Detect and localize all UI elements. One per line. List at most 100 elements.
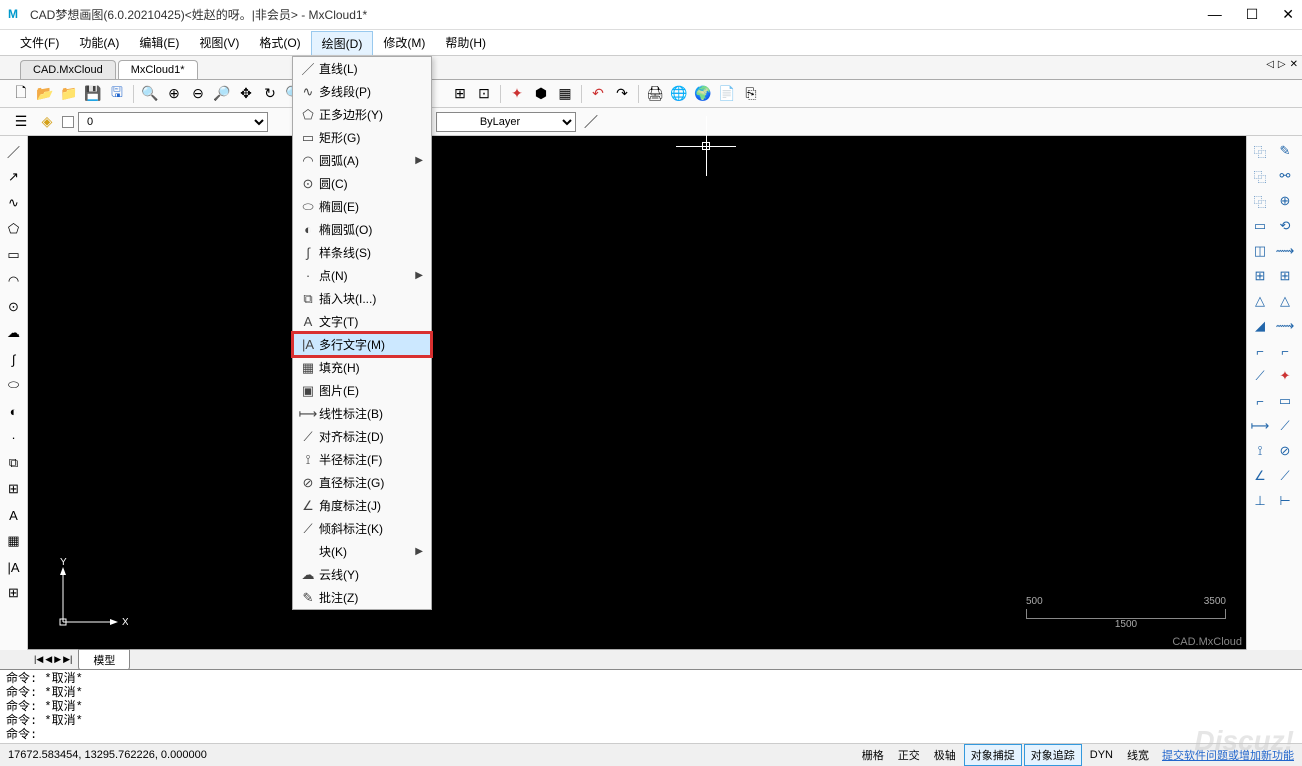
fillet-icon[interactable]: △ [1274, 290, 1296, 312]
block-tool-icon[interactable]: ⧉ [3, 452, 25, 474]
spline-tool-icon[interactable]: ∫ [3, 348, 25, 370]
copy-icon[interactable]: ⿻ [1249, 140, 1271, 162]
pdf-icon[interactable]: 📄 [716, 83, 738, 105]
offset-icon[interactable]: ⊕ [1274, 190, 1296, 212]
layer-select[interactable]: 0 [78, 112, 268, 132]
menu-item-22[interactable]: ☁云线(Y) [293, 563, 431, 586]
layout-prev-icon[interactable]: ◀ [45, 654, 52, 665]
polygon-tool-icon[interactable]: ⬠ [3, 218, 25, 240]
hatch-tool-icon[interactable]: ▦ [3, 530, 25, 552]
zoom-out-icon[interactable]: ⊖ [187, 83, 209, 105]
redo-icon[interactable]: ↷ [611, 83, 633, 105]
array-icon[interactable]: ⊞ [1249, 265, 1271, 287]
new-icon[interactable]: 🗋 [10, 83, 32, 105]
mtext-tool-icon[interactable]: |A [3, 556, 25, 578]
tool4-icon[interactable]: ▭ [1274, 390, 1296, 412]
insert-tool-icon[interactable]: ⊞ [3, 478, 25, 500]
globe-icon[interactable]: 🌍 [692, 83, 714, 105]
menu-item-6[interactable]: ⬭椭圆(E) [293, 195, 431, 218]
explode-icon[interactable]: ⟿ [1274, 315, 1296, 337]
trim-icon[interactable]: ◫ [1249, 240, 1271, 262]
tool3-icon[interactable]: ⌐ [1249, 390, 1271, 412]
menu-item-2[interactable]: ⬠正多边形(Y) [293, 103, 431, 126]
tool-b-icon[interactable]: ⊡ [473, 83, 495, 105]
print-icon[interactable]: 🖨 [644, 83, 666, 105]
menu-item-19[interactable]: ∠角度标注(J) [293, 494, 431, 517]
menu-view[interactable]: 视图(V) [189, 31, 249, 54]
model-tab[interactable]: 模型 [78, 649, 130, 671]
rectangle-tool-icon[interactable]: ▭ [3, 244, 25, 266]
arc-tool-icon[interactable]: ◠ [3, 270, 25, 292]
menu-item-21[interactable]: 块(K)▶ [293, 540, 431, 563]
tab-cad-mxcloud[interactable]: CAD.MxCloud [20, 60, 116, 79]
menu-item-9[interactable]: ·点(N)▶ [293, 264, 431, 287]
status-otrack[interactable]: 对象追踪 [1024, 744, 1082, 766]
layout-next-icon[interactable]: ▶ [54, 654, 61, 665]
menu-item-8[interactable]: ∫样条线(S) [293, 241, 431, 264]
export-icon[interactable]: ⎘ [740, 83, 762, 105]
menu-item-7[interactable]: ◐椭圆弧(O) [293, 218, 431, 241]
drawing-canvas[interactable]: Y X 5003500 1500 [28, 136, 1246, 650]
tool1-icon[interactable]: ⟋ [1249, 365, 1271, 387]
dim-x-icon[interactable]: ⊥ [1249, 490, 1271, 512]
zoom-window-icon[interactable]: 🔍 [139, 83, 161, 105]
text-tool-icon[interactable]: A [3, 504, 25, 526]
dim-lin-icon[interactable]: ⟼ [1249, 415, 1271, 437]
menu-help[interactable]: 帮助(H) [435, 31, 496, 54]
menu-draw[interactable]: 绘图(D) [311, 31, 374, 55]
extend-icon[interactable]: ⟿ [1274, 240, 1296, 262]
open2-icon[interactable]: 📁 [58, 83, 80, 105]
tab-next-icon[interactable]: ▷ [1278, 59, 1286, 70]
table-tool-icon[interactable]: ⊞ [3, 582, 25, 604]
erase-icon[interactable]: ⌐ [1274, 340, 1296, 362]
status-ortho[interactable]: 正交 [892, 745, 926, 765]
point-tool-icon[interactable]: · [3, 426, 25, 448]
stretch-icon[interactable]: ⊞ [1274, 265, 1296, 287]
align-icon[interactable]: ⌐ [1249, 340, 1271, 362]
menu-edit[interactable]: 编辑(E) [129, 31, 189, 54]
web-icon[interactable]: 🌐 [668, 83, 690, 105]
rotate-icon[interactable]: ⿻ [1249, 190, 1271, 212]
status-lwt[interactable]: 线宽 [1121, 745, 1155, 765]
polyline-tool-icon[interactable]: ∿ [3, 192, 25, 214]
dim-dia-icon[interactable]: ⊘ [1274, 440, 1296, 462]
close-button[interactable]: ✕ [1282, 6, 1294, 23]
tool-a-icon[interactable]: ⊞ [449, 83, 471, 105]
menu-item-10[interactable]: ⧉插入块(I...) [293, 287, 431, 310]
layer-states-icon[interactable]: ◈ [36, 111, 58, 133]
pan-icon[interactable]: ✥ [235, 83, 257, 105]
break-icon[interactable]: △ [1249, 290, 1271, 312]
tab-mxcloud1[interactable]: MxCloud1* [118, 60, 198, 79]
status-polar[interactable]: 极轴 [928, 745, 962, 765]
dim-obl-icon[interactable]: ⟋ [1274, 465, 1296, 487]
menu-item-16[interactable]: ⟋对齐标注(D) [293, 425, 431, 448]
chamfer-icon[interactable]: ◢ [1249, 315, 1271, 337]
status-osnap[interactable]: 对象捕捉 [964, 744, 1022, 766]
dim-ang-icon[interactable]: ∠ [1249, 465, 1271, 487]
menu-item-11[interactable]: A文字(T) [293, 310, 431, 333]
menu-item-12[interactable]: |A多行文字(M) [293, 333, 431, 356]
save-icon[interactable]: 💾 [82, 83, 104, 105]
feedback-link[interactable]: 提交软件问题或增加新功能 [1162, 747, 1294, 763]
menu-item-5[interactable]: ⊙圆(C) [293, 172, 431, 195]
menu-item-18[interactable]: ⊘直径标注(G) [293, 471, 431, 494]
menu-item-0[interactable]: ／直线(L) [293, 57, 431, 80]
mirror-icon[interactable]: ▭ [1249, 215, 1271, 237]
xline-tool-icon[interactable]: ↗ [3, 166, 25, 188]
command-prompt[interactable]: 命令: [6, 728, 1296, 742]
minimize-button[interactable]: — [1208, 6, 1222, 23]
open-icon[interactable]: 📂 [34, 83, 56, 105]
lineweight-icon[interactable]: ／ [580, 111, 602, 133]
menu-item-15[interactable]: ⟼线性标注(B) [293, 402, 431, 425]
tab-close-icon[interactable]: ✕ [1290, 59, 1298, 70]
zoom-in-icon[interactable]: ⊕ [163, 83, 185, 105]
dim-ali-icon[interactable]: ⟋ [1274, 415, 1296, 437]
linetype-select[interactable]: ByLayer [436, 112, 576, 132]
menu-item-17[interactable]: ⟟半径标注(F) [293, 448, 431, 471]
saveas-icon[interactable]: 🖫 [106, 83, 128, 105]
menu-function[interactable]: 功能(A) [69, 31, 129, 54]
layout-last-icon[interactable]: ▶| [63, 654, 72, 665]
tool-e-icon[interactable]: ▦ [554, 83, 576, 105]
undo-icon[interactable]: ↶ [587, 83, 609, 105]
regen-icon[interactable]: ↻ [259, 83, 281, 105]
